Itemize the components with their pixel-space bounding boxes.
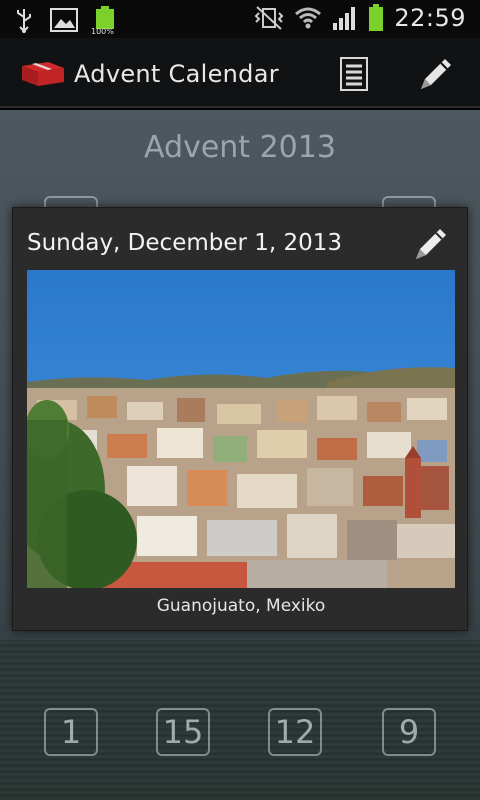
- list-icon: [340, 57, 368, 91]
- day-dialog: Sunday, December 1, 2013 Guanojuato, Mex…: [12, 207, 468, 631]
- vibrate-mute-icon: [254, 6, 284, 30]
- status-time: 22:59: [394, 4, 466, 32]
- usb-icon: [17, 9, 31, 33]
- battery-icon: [369, 4, 384, 31]
- wifi-icon: [295, 7, 322, 29]
- dialog-edit-button[interactable]: [409, 222, 453, 266]
- calendar-cell-day-1[interactable]: 1: [44, 708, 98, 756]
- signal-icon: [333, 7, 356, 30]
- calendar-cell-day-9[interactable]: 9: [382, 708, 436, 756]
- pencil-icon: [416, 229, 446, 259]
- photo-caption: Guanojuato, Mexiko: [156, 596, 326, 616]
- app-title: Advent Calendar: [74, 60, 279, 88]
- battery-full-icon: 100%: [91, 6, 116, 36]
- pencil-icon: [421, 59, 451, 89]
- gallery-icon: [50, 8, 78, 32]
- dialog-date: Sunday, December 1, 2013: [27, 230, 343, 256]
- app-gift-icon[interactable]: [18, 58, 68, 88]
- list-button[interactable]: [332, 52, 376, 96]
- status-right-icons: 22:59: [254, 4, 466, 32]
- battery-percent-label: 100%: [91, 27, 114, 36]
- day-photo[interactable]: [27, 270, 455, 588]
- edit-button[interactable]: [414, 52, 458, 96]
- action-bar: Advent Calendar: [0, 38, 480, 108]
- status-left-icons: 100%: [14, 6, 116, 36]
- calendar-title: Advent 2013: [144, 130, 336, 165]
- calendar-cell-day-15[interactable]: 15: [156, 708, 210, 756]
- status-bar: 100% 22:59: [0, 0, 480, 38]
- calendar-cell-day-12[interactable]: 12: [268, 708, 322, 756]
